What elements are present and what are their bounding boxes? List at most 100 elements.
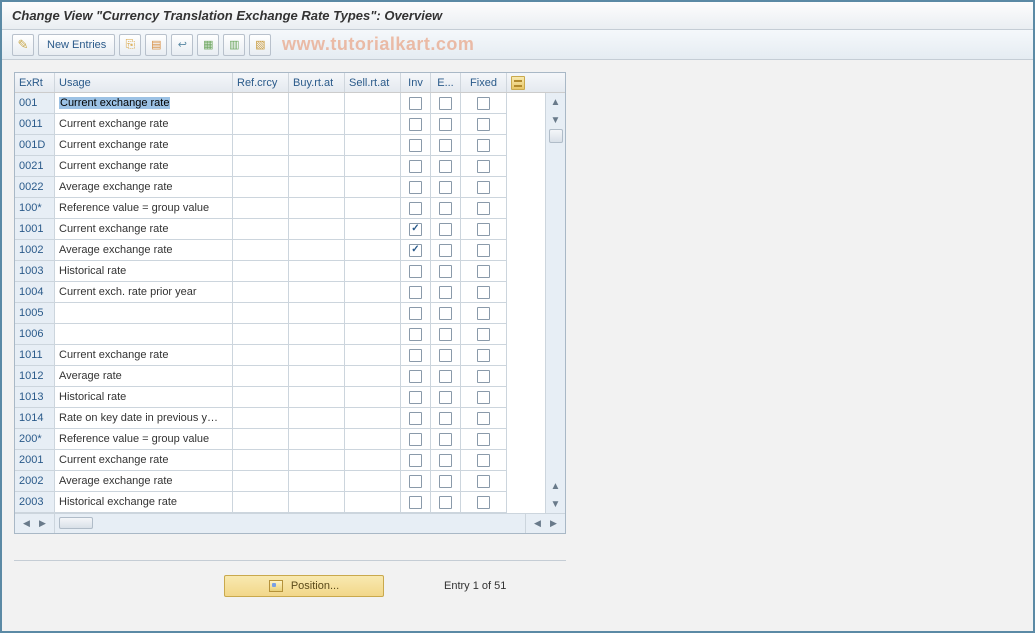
checkbox[interactable] bbox=[409, 349, 422, 362]
cell-emu[interactable] bbox=[431, 408, 461, 429]
cell-buyrtat[interactable] bbox=[289, 303, 345, 324]
undo-button[interactable]: ↩ bbox=[171, 34, 193, 56]
cell-fixed[interactable] bbox=[461, 366, 507, 387]
checkbox[interactable] bbox=[477, 286, 490, 299]
cell-refcrcy[interactable] bbox=[233, 345, 289, 366]
cell-emu[interactable] bbox=[431, 240, 461, 261]
cell-fixed[interactable] bbox=[461, 492, 507, 513]
cell-emu[interactable] bbox=[431, 303, 461, 324]
cell-fixed[interactable] bbox=[461, 324, 507, 345]
checkbox[interactable] bbox=[439, 265, 452, 278]
cell-sellrtat[interactable] bbox=[345, 114, 401, 135]
col-header-usage[interactable]: Usage bbox=[55, 73, 233, 92]
col-header-emu[interactable]: E... bbox=[431, 73, 461, 92]
scroll-down-bottom-icon[interactable]: ▼ bbox=[547, 495, 565, 513]
cell-fixed[interactable] bbox=[461, 177, 507, 198]
table-row[interactable]: 200*Reference value = group value bbox=[15, 429, 565, 450]
cell-sellrtat[interactable] bbox=[345, 177, 401, 198]
checkbox[interactable] bbox=[477, 160, 490, 173]
cell-inv[interactable] bbox=[401, 492, 431, 513]
cell-inv[interactable] bbox=[401, 366, 431, 387]
cell-fixed[interactable] bbox=[461, 93, 507, 114]
table-row[interactable]: 001Current exchange rate bbox=[15, 93, 565, 114]
scroll-up-bottom-icon[interactable]: ▲ bbox=[547, 477, 565, 495]
position-button[interactable]: Position... bbox=[224, 575, 384, 597]
cell-emu[interactable] bbox=[431, 345, 461, 366]
checkbox[interactable] bbox=[409, 475, 422, 488]
cell-buyrtat[interactable] bbox=[289, 219, 345, 240]
cell-exrt[interactable]: 2001 bbox=[15, 450, 55, 471]
hscroll-left-icon[interactable]: ◀ bbox=[20, 517, 34, 531]
checkbox[interactable] bbox=[477, 475, 490, 488]
cell-inv[interactable]: ✓ bbox=[401, 219, 431, 240]
cell-usage[interactable]: Reference value = group value bbox=[55, 429, 233, 450]
cell-fixed[interactable] bbox=[461, 219, 507, 240]
checkbox[interactable] bbox=[439, 202, 452, 215]
checkbox[interactable] bbox=[439, 433, 452, 446]
checkbox[interactable] bbox=[409, 328, 422, 341]
cell-buyrtat[interactable] bbox=[289, 240, 345, 261]
cell-sellrtat[interactable] bbox=[345, 135, 401, 156]
cell-refcrcy[interactable] bbox=[233, 135, 289, 156]
cell-emu[interactable] bbox=[431, 366, 461, 387]
cell-sellrtat[interactable] bbox=[345, 303, 401, 324]
cell-sellrtat[interactable] bbox=[345, 282, 401, 303]
cell-emu[interactable] bbox=[431, 177, 461, 198]
cell-fixed[interactable] bbox=[461, 450, 507, 471]
cell-buyrtat[interactable] bbox=[289, 471, 345, 492]
cell-buyrtat[interactable] bbox=[289, 387, 345, 408]
cell-sellrtat[interactable] bbox=[345, 219, 401, 240]
cell-emu[interactable] bbox=[431, 429, 461, 450]
checkbox[interactable] bbox=[439, 496, 452, 509]
cell-refcrcy[interactable] bbox=[233, 156, 289, 177]
cell-fixed[interactable] bbox=[461, 114, 507, 135]
cell-buyrtat[interactable] bbox=[289, 93, 345, 114]
cell-emu[interactable] bbox=[431, 198, 461, 219]
cell-inv[interactable] bbox=[401, 345, 431, 366]
cell-sellrtat[interactable] bbox=[345, 408, 401, 429]
table-row[interactable]: 1012Average rate bbox=[15, 366, 565, 387]
cell-refcrcy[interactable] bbox=[233, 303, 289, 324]
table-row[interactable]: 2003Historical exchange rate bbox=[15, 492, 565, 513]
checkbox[interactable] bbox=[409, 454, 422, 467]
table-row[interactable]: 1002Average exchange rate✓ bbox=[15, 240, 565, 261]
cell-fixed[interactable] bbox=[461, 240, 507, 261]
checkbox[interactable] bbox=[409, 97, 422, 110]
cell-buyrtat[interactable] bbox=[289, 408, 345, 429]
cell-refcrcy[interactable] bbox=[233, 261, 289, 282]
cell-emu[interactable] bbox=[431, 261, 461, 282]
cell-emu[interactable] bbox=[431, 492, 461, 513]
col-header-fixed[interactable]: Fixed bbox=[461, 73, 507, 92]
checkbox[interactable] bbox=[477, 412, 490, 425]
cell-refcrcy[interactable] bbox=[233, 240, 289, 261]
deselect-all-button[interactable]: ▧ bbox=[249, 34, 271, 56]
cell-emu[interactable] bbox=[431, 324, 461, 345]
checkbox[interactable] bbox=[477, 349, 490, 362]
checkbox[interactable] bbox=[439, 223, 452, 236]
cell-inv[interactable] bbox=[401, 93, 431, 114]
scroll-down-icon[interactable]: ▼ bbox=[547, 111, 565, 129]
cell-usage[interactable]: Current exchange rate bbox=[55, 135, 233, 156]
checkbox[interactable] bbox=[439, 454, 452, 467]
cell-buyrtat[interactable] bbox=[289, 282, 345, 303]
cell-exrt[interactable]: 200* bbox=[15, 429, 55, 450]
cell-exrt[interactable]: 0022 bbox=[15, 177, 55, 198]
cell-inv[interactable] bbox=[401, 261, 431, 282]
cell-exrt[interactable]: 1005 bbox=[15, 303, 55, 324]
cell-refcrcy[interactable] bbox=[233, 324, 289, 345]
cell-emu[interactable] bbox=[431, 93, 461, 114]
checkbox[interactable] bbox=[409, 370, 422, 383]
hscroll-right2-icon[interactable]: ▶ bbox=[547, 517, 561, 531]
cell-sellrtat[interactable] bbox=[345, 93, 401, 114]
table-row[interactable]: 2002Average exchange rate bbox=[15, 471, 565, 492]
select-all-button[interactable]: ▦ bbox=[197, 34, 219, 56]
copy-as-button[interactable]: ⎘ bbox=[119, 34, 141, 56]
checkbox[interactable] bbox=[409, 181, 422, 194]
checkbox[interactable] bbox=[409, 139, 422, 152]
hscroll-left2-icon[interactable]: ◀ bbox=[531, 517, 545, 531]
new-entries-button[interactable]: New Entries bbox=[38, 34, 115, 56]
cell-sellrtat[interactable] bbox=[345, 345, 401, 366]
cell-usage[interactable]: Current exchange rate bbox=[55, 114, 233, 135]
col-header-buyrtat[interactable]: Buy.rt.at bbox=[289, 73, 345, 92]
checkbox[interactable] bbox=[439, 475, 452, 488]
